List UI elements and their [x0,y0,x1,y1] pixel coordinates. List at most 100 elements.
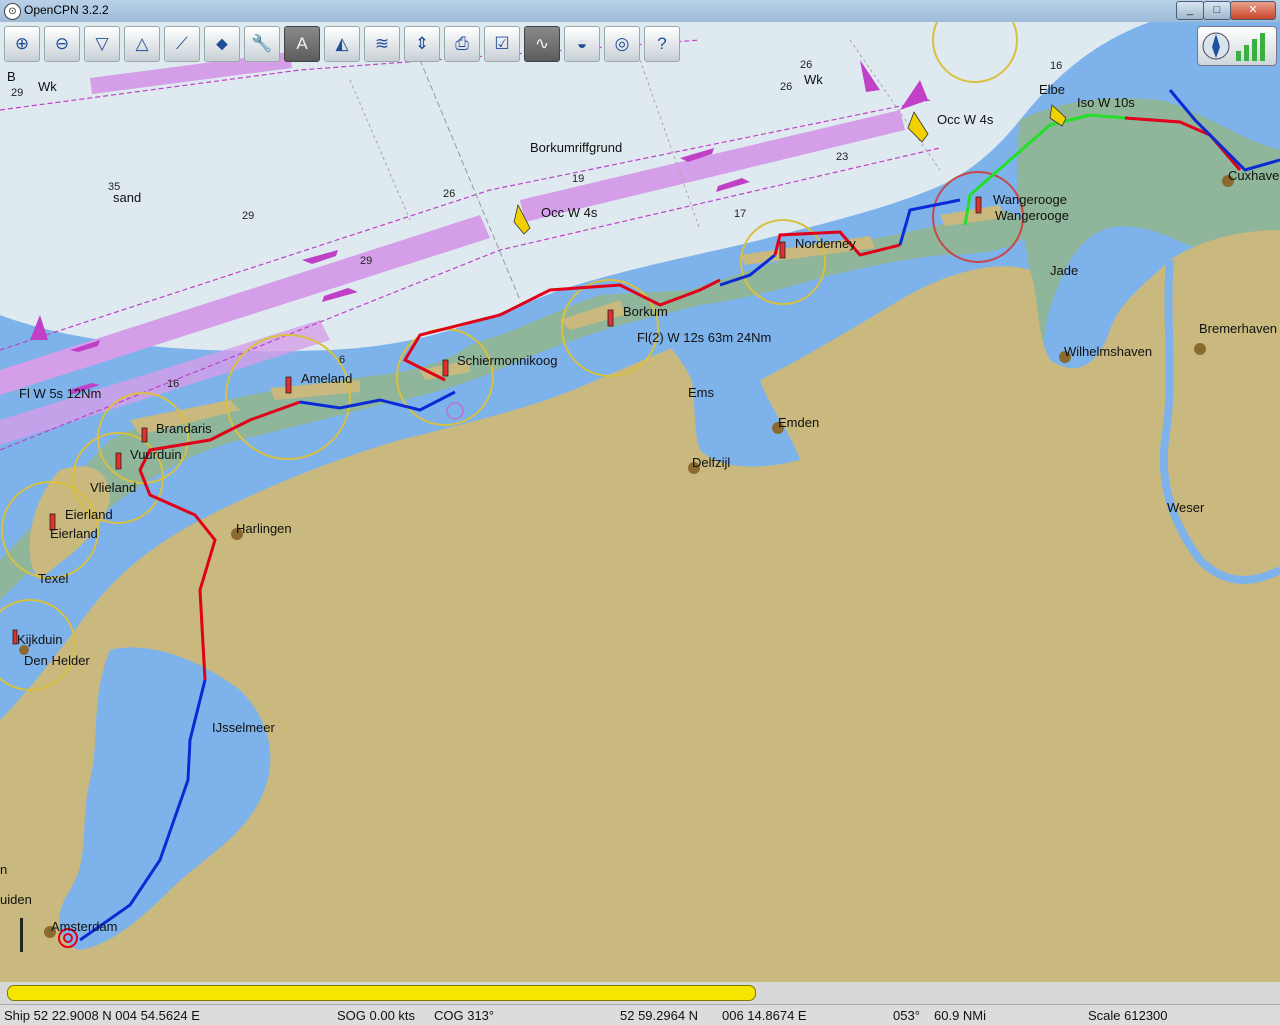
label-kijkduin: Kijkduin [17,632,63,647]
label-harlingen: Harlingen [236,521,292,536]
depth-26: 26 [443,188,455,200]
scale-in-icon: ▽ [95,34,109,53]
lighthouse-norderney-icon[interactable] [779,241,786,259]
zoom-in-button[interactable]: ⊕ [4,26,40,62]
text-button[interactable]: A [284,26,320,62]
label-jade: Jade [1050,263,1078,278]
gps-status-panel[interactable] [1197,26,1277,66]
zoom-out-button[interactable]: ⊖ [44,26,80,62]
title-bar: ⊙ OpenCPN 3.2.2 _ □ ✕ [0,0,1280,23]
close-button[interactable]: ✕ [1230,1,1276,20]
depth-23: 23 [836,151,848,163]
lifebuoy-icon: ◎ [614,34,630,53]
ship-icon: ⬥ [216,34,228,53]
label-den-helder: Den Helder [24,653,90,668]
help-button[interactable]: ? [644,26,680,62]
text-icon: A [296,34,308,53]
light-label-occ-2: Occ W 4s [937,112,994,127]
wrench-icon: 🔧 [251,34,273,53]
label-vuurduin: Vuurduin [130,447,182,462]
depth-29: 29 [360,255,372,267]
current-icon: ◭ [335,34,349,53]
label-texel: Texel [38,571,68,586]
label-elbe: Elbe [1039,82,1065,97]
label-ijmuiden: uiden [0,892,32,907]
label-brandaris: Brandaris [156,421,212,436]
quilt-icon: ⇕ [414,34,430,53]
window-title: OpenCPN 3.2.2 [24,3,109,17]
status-cursor-lat: 52 59.2964 N [620,1008,699,1023]
chart-canvas[interactable]: Wangerooge Wangerooge Norderney Borkum S… [0,22,1280,982]
status-distance: 60.9 NMi [934,1008,987,1023]
lighthouse-brandaris-icon[interactable] [141,427,148,443]
town-bremerhaven[interactable] [1194,343,1206,355]
depth-29: 29 [11,87,23,99]
status-ship-position: Ship 52 22.9008 N 004 54.5624 E [4,1008,200,1023]
maximize-button[interactable]: □ [1203,1,1231,20]
nautical-chart[interactable]: Wangerooge Wangerooge Norderney Borkum S… [0,22,1280,982]
light-label-occ-1: Occ W 4s [541,205,598,220]
options-button[interactable]: 🔧 [244,26,280,62]
tide-button[interactable]: ≋ [364,26,400,62]
depth-17: 17 [734,208,746,220]
color-scheme-button[interactable]: ◒ [564,26,600,62]
track-button[interactable]: ∿ [524,26,560,62]
label-n: n [0,862,7,877]
label-ijsselmeer: IJsselmeer [212,720,276,735]
label-borkumriffgrund: Borkumriffgrund [530,140,622,155]
lighthouse-wangerooge-icon[interactable] [975,196,982,214]
gps-bar-1 [1236,51,1241,61]
label-borkum: Borkum [623,304,668,319]
sun-icon: ◒ [576,34,588,53]
status-bar: Ship 52 22.9008 N 004 54.5624 E SOG 0.00… [0,1004,1280,1025]
current-button[interactable]: ◭ [324,26,360,62]
depth-6: 6 [339,354,345,366]
label-wreck-1: Wk [38,79,57,94]
lighthouse-ameland-icon[interactable] [285,376,292,394]
label-norderney: Norderney [795,236,856,251]
label-wangerooge-2: Wangerooge [995,208,1069,223]
print-button[interactable]: ⎙ [444,26,480,62]
create-route-button[interactable]: ⟋ [164,26,200,62]
main-toolbar: ⊕ ⊖ ▽ △ ⟋ ⬥ 🔧 A ◭ ≋ ⇕ ⎙ ☑ ∿ ◒ ◎? [4,26,704,66]
label-vlieland: Vlieland [90,480,136,495]
label-ameland: Ameland [301,371,352,386]
label-cuxhaven: Cuxhaven [1228,168,1280,183]
lighthouse-vuurduin-icon[interactable] [115,452,122,470]
minimize-button[interactable]: _ [1176,1,1204,20]
route-manager-button[interactable]: ☑ [484,26,520,62]
label-amsterdam: Amsterdam [51,919,117,934]
status-scale: Scale 612300 [1088,1008,1168,1023]
label-wilhelmshaven: Wilhelmshaven [1064,344,1152,359]
quilt-button[interactable]: ⇕ [404,26,440,62]
printer-icon: ⎙ [455,34,469,53]
depth-16: 16 [1050,60,1062,72]
label-b: B [7,69,16,84]
gps-bar-2 [1244,45,1249,61]
label-ems: Ems [688,385,715,400]
gps-bar-3 [1252,39,1257,61]
status-bearing: 053° [893,1008,920,1023]
zoom-out-icon: ⊖ [54,34,70,53]
app-icon: ⊙ [4,3,21,20]
label-bremerhaven: Bremerhaven [1199,321,1277,336]
status-sog: SOG 0.00 kts [337,1008,416,1023]
depth-19: 19 [572,173,584,185]
depth-29: 29 [242,210,254,222]
lighthouse-borkum-icon[interactable] [607,309,614,327]
lighthouse-schiermonnikoog-icon[interactable] [442,359,449,377]
label-delfzijl: Delfzijl [692,455,730,470]
scale-out-button[interactable]: △ [124,26,160,62]
depth-26: 26 [780,81,792,93]
label-eierland: Eierland [65,507,113,522]
help-icon: ? [657,34,667,53]
status-cog: COG 313° [434,1008,495,1023]
light-label-fl2: Fl(2) W 12s 63m 24Nm [637,330,771,345]
mob-button[interactable]: ◎ [604,26,640,62]
auto-follow-button[interactable]: ⬥ [204,26,240,62]
label-schiermonnikoog: Schiermonnikoog [457,353,557,368]
tide-icon: ≋ [374,34,390,53]
compass-gps-icons [1202,32,1265,61]
gps-bar-4 [1260,33,1265,61]
scale-in-button[interactable]: ▽ [84,26,120,62]
